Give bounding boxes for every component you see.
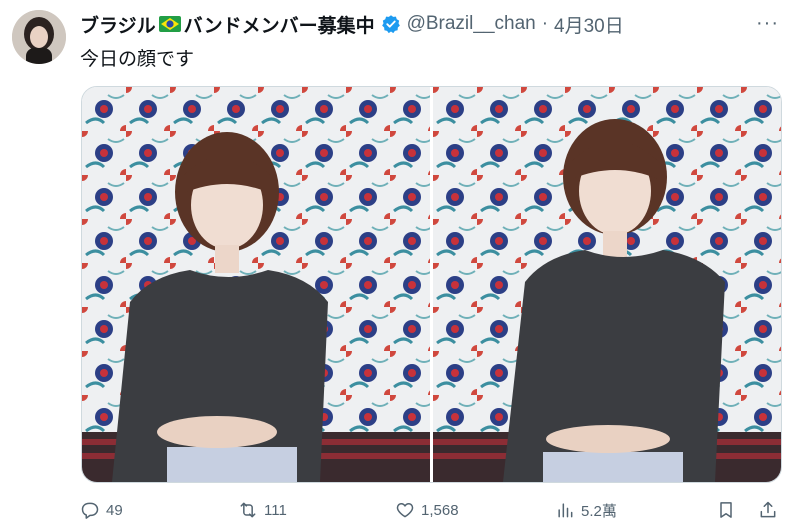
views-count: 5.2萬: [581, 502, 617, 520]
author-name-suffix: バンドメンバー募集中: [183, 15, 375, 37]
author-handle[interactable]: @Brazil__chan: [407, 13, 536, 35]
photo-1-image: [82, 87, 430, 482]
media-grid: [81, 86, 782, 483]
verified-badge-icon: [381, 15, 400, 34]
media-photo-2[interactable]: [433, 87, 781, 482]
author-name[interactable]: ブラジル バンドメンバー募集中: [80, 11, 375, 38]
bookmark-button[interactable]: [716, 500, 736, 520]
post-date[interactable]: 4月30日: [554, 11, 624, 38]
heart-icon: [396, 503, 414, 518]
action-bar: 49 111 1,568 5.2萬: [80, 495, 780, 525]
avatar[interactable]: [12, 10, 66, 64]
photo-2-image: [433, 87, 781, 482]
author-name-text: ブラジル: [80, 15, 156, 37]
retweet-button[interactable]: 111: [238, 500, 287, 520]
like-button[interactable]: 1,568: [395, 500, 459, 520]
reply-button[interactable]: 49: [80, 500, 123, 520]
views-button[interactable]: 5.2萬: [555, 500, 617, 521]
tweet-text: 今日の顔です: [80, 49, 195, 70]
bookmark-icon: [720, 502, 732, 518]
views-chart-icon: [558, 503, 573, 518]
brazil-flag-icon: [158, 16, 181, 32]
share-button[interactable]: [758, 500, 778, 520]
separator-dot: ·: [541, 13, 549, 34]
media-photo-1[interactable]: [82, 87, 430, 482]
retweet-icon: [240, 502, 256, 518]
more-options-icon[interactable]: ···: [756, 12, 779, 35]
like-count: 1,568: [421, 501, 459, 519]
post-header: ブラジル バンドメンバー募集中 @Brazil__chan · 4月30日 ··…: [80, 10, 779, 38]
share-icon: [760, 501, 776, 518]
reply-count: 49: [106, 501, 123, 519]
reply-icon: [81, 502, 99, 519]
retweet-count: 111: [264, 501, 287, 519]
avatar-image: [12, 10, 66, 64]
